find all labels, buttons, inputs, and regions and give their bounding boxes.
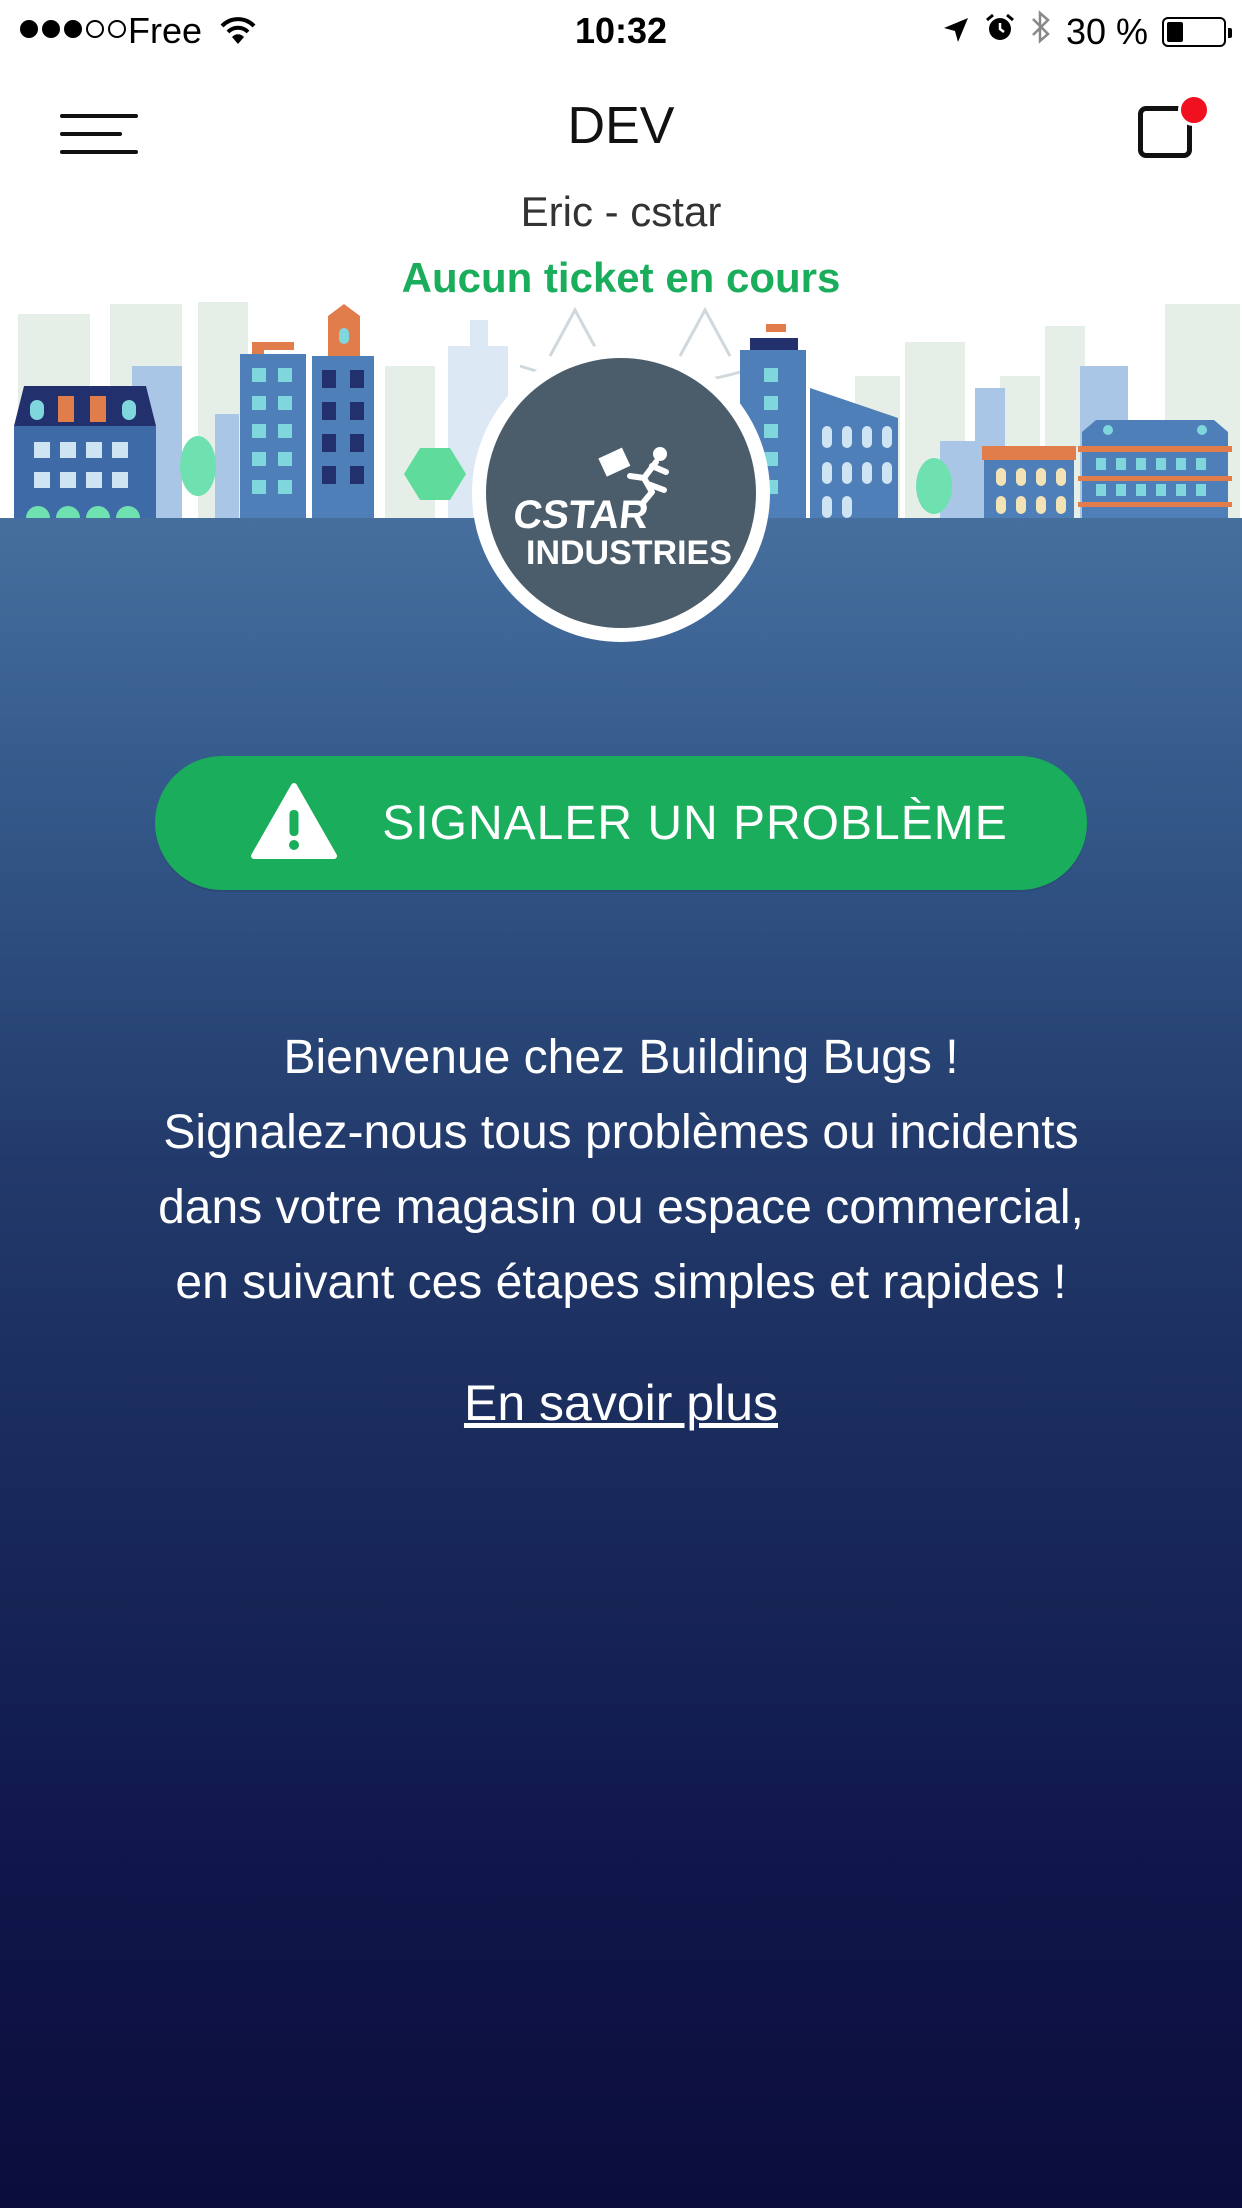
status-right-group: 30 % bbox=[942, 10, 1232, 53]
user-name: Eric - cstar bbox=[520, 188, 722, 235]
bluetooth-icon bbox=[1030, 10, 1052, 53]
learn-more-link[interactable]: En savoir plus bbox=[0, 1374, 1242, 1432]
logo-text-line2: INDUSTRIES bbox=[526, 534, 732, 572]
welcome-line: Signalez-nous tous problèmes ou incident… bbox=[163, 1106, 1079, 1159]
page-title: DEV bbox=[567, 97, 675, 155]
battery-icon bbox=[1162, 16, 1232, 47]
battery-percent: 30 % bbox=[1065, 10, 1148, 52]
logo-text-line1: CSTAR bbox=[511, 493, 650, 537]
notification-icon[interactable] bbox=[1136, 94, 1210, 160]
company-logo-badge: CSTAR INDUSTRIES bbox=[486, 358, 756, 628]
status-bar: Free 10:32 30 % bbox=[0, 0, 1242, 62]
alarm-icon bbox=[984, 11, 1016, 53]
welcome-line: en suivant ces étapes simples et rapides… bbox=[175, 1256, 1067, 1309]
notification-badge bbox=[1178, 94, 1210, 126]
location-icon bbox=[942, 11, 970, 53]
ticket-status: Aucun ticket en cours bbox=[401, 254, 841, 301]
warning-icon bbox=[250, 782, 338, 865]
welcome-line: dans votre magasin ou espace commercial, bbox=[158, 1181, 1084, 1234]
report-problem-label[interactable]: SIGNALER UN PROBLÈME bbox=[330, 796, 1060, 851]
welcome-line: Bienvenue chez Building Bugs ! bbox=[283, 1031, 959, 1084]
welcome-message: Bienvenue chez Building Bugs ! Signalez-… bbox=[40, 1020, 1202, 1320]
